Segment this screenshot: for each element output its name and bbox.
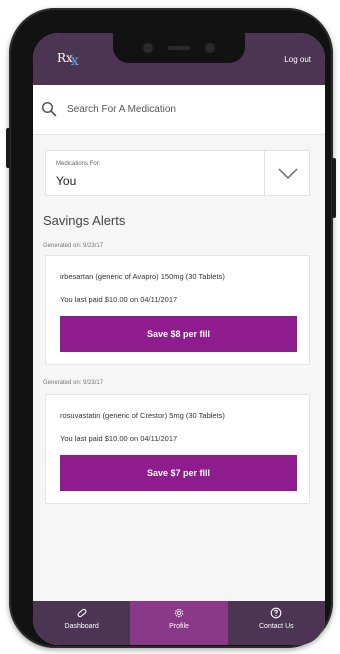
search-bar[interactable]: Search For A Medication bbox=[33, 85, 325, 135]
app-screen: Rxx Log out Search For A Medication Medi… bbox=[33, 33, 325, 645]
save-per-fill-button[interactable]: Save $8 per fill bbox=[60, 316, 297, 352]
nav-label: Profile bbox=[169, 623, 189, 630]
drug-name: rosuvastatin (generic of Crestor) 5mg (3… bbox=[60, 411, 225, 420]
question-icon bbox=[270, 607, 282, 619]
rx-logo[interactable]: Rxx bbox=[57, 50, 81, 69]
generated-date: Generated on: 9/23/17 bbox=[43, 380, 104, 386]
generated-date: Generated on: 9/23/17 bbox=[43, 243, 104, 249]
search-input[interactable]: Search For A Medication bbox=[67, 104, 176, 115]
last-paid-text: You last paid $10.00 on 04/11/2017 bbox=[60, 434, 178, 443]
phone-side-button bbox=[332, 158, 336, 218]
chevron-down-icon[interactable] bbox=[278, 168, 298, 180]
savings-alerts-title: Savings Alerts bbox=[43, 213, 126, 228]
savings-alert-card: rosuvastatin (generic of Crestor) 5mg (3… bbox=[45, 394, 310, 504]
medications-for-label: Medications For: bbox=[56, 161, 101, 167]
savings-alert-card: irbesartan (generic of Avapro) 150mg (30… bbox=[45, 255, 310, 365]
drug-name: irbesartan (generic of Avapro) 150mg (30… bbox=[60, 272, 225, 281]
speaker-grille bbox=[168, 46, 190, 50]
logo-mark: x bbox=[70, 53, 79, 69]
save-per-fill-button[interactable]: Save $7 per fill bbox=[60, 455, 297, 491]
camera-dot bbox=[205, 43, 215, 53]
gear-icon bbox=[174, 608, 184, 618]
nav-dashboard[interactable]: Dashboard bbox=[33, 601, 130, 645]
last-paid-text: You last paid $10.00 on 04/11/2017 bbox=[60, 295, 178, 304]
phone-notch bbox=[113, 33, 245, 63]
phone-side-button bbox=[6, 128, 10, 168]
camera-dot bbox=[143, 43, 153, 53]
medications-for-select[interactable]: Medications For: You bbox=[45, 150, 310, 196]
logout-link[interactable]: Log out bbox=[284, 55, 311, 64]
bottom-nav: Dashboard Profile Contact Us bbox=[33, 601, 325, 645]
search-icon bbox=[41, 101, 57, 117]
header-bar: Rxx Log out bbox=[33, 33, 325, 85]
pill-icon bbox=[77, 608, 87, 618]
select-divider bbox=[264, 151, 265, 195]
nav-profile[interactable]: Profile bbox=[130, 601, 228, 645]
nav-contact-us[interactable]: Contact Us bbox=[228, 601, 325, 645]
nav-label: Contact Us bbox=[259, 623, 294, 630]
nav-label: Dashboard bbox=[64, 623, 99, 630]
medications-for-value: You bbox=[56, 174, 77, 188]
